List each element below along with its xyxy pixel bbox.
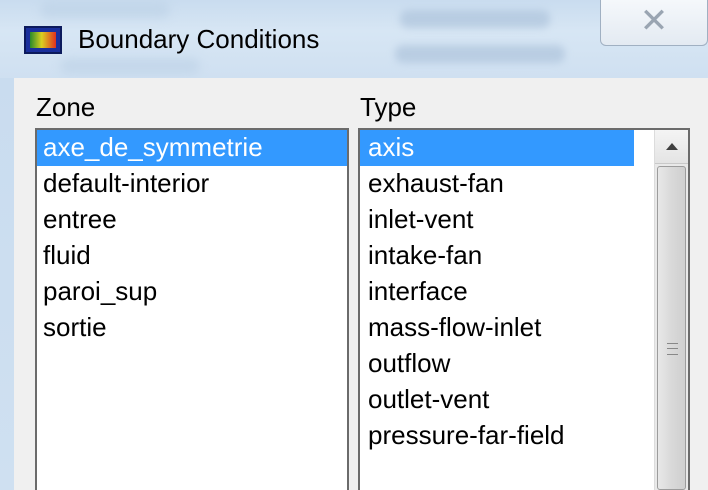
type-item[interactable]: axis [360, 130, 634, 166]
close-button[interactable]: ✕ [600, 0, 708, 46]
zone-listbox[interactable]: axe_de_symmetrie default-interior entree… [35, 128, 349, 490]
grip-icon [667, 343, 678, 355]
window-title: Boundary Conditions [78, 24, 320, 54]
type-item[interactable]: mass-flow-inlet [360, 310, 634, 346]
arrow-up-icon [666, 143, 678, 150]
background-blur [395, 45, 565, 63]
scroll-thumb[interactable] [657, 166, 686, 490]
zone-item[interactable]: fluid [37, 238, 347, 274]
type-scrollbar[interactable] [654, 130, 688, 490]
zone-item[interactable]: entree [37, 202, 347, 238]
zone-item[interactable]: sortie [37, 310, 347, 346]
zone-item[interactable]: default-interior [37, 166, 347, 202]
type-item[interactable]: interface [360, 274, 634, 310]
window-frame [0, 78, 14, 490]
type-item[interactable]: outflow [360, 346, 634, 382]
zone-item[interactable]: paroi_sup [37, 274, 347, 310]
scroll-up-button[interactable] [655, 130, 688, 164]
background-blur [400, 10, 550, 28]
type-item[interactable]: intake-fan [360, 238, 634, 274]
background-blur [60, 58, 200, 74]
type-item[interactable]: exhaust-fan [360, 166, 634, 202]
type-listbox[interactable]: axis exhaust-fan inlet-vent intake-fan i… [358, 128, 690, 490]
zone-item[interactable]: axe_de_symmetrie [37, 130, 347, 166]
type-label: Type [360, 92, 417, 122]
zone-label: Zone [36, 92, 96, 122]
background-blur [40, 2, 170, 18]
title-bar[interactable]: Boundary Conditions ✕ [0, 0, 708, 78]
type-item[interactable]: outlet-vent [360, 382, 634, 418]
type-item[interactable]: pressure-far-field [360, 418, 634, 454]
type-item[interactable]: inlet-vent [360, 202, 634, 238]
app-icon [24, 26, 62, 54]
close-icon: ✕ [639, 2, 669, 40]
